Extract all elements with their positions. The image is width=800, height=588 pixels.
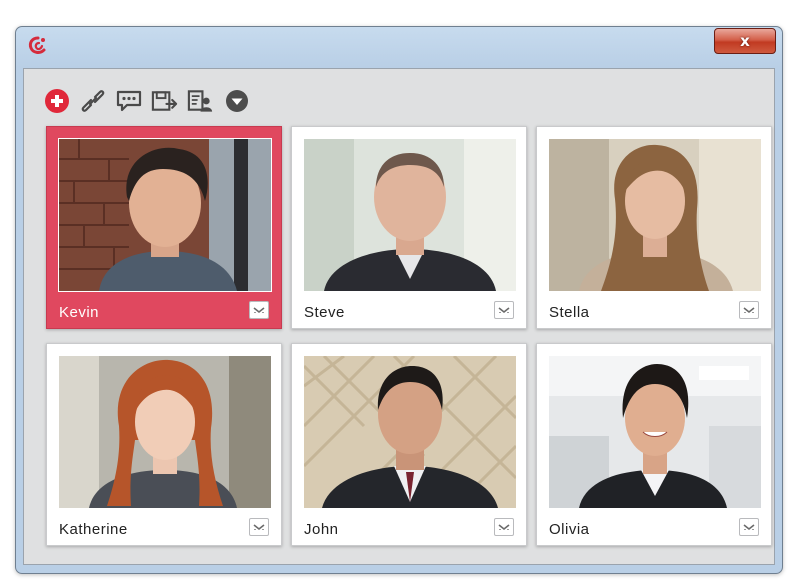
chevron-down-icon [743, 307, 755, 314]
contact-menu-button[interactable] [494, 301, 514, 319]
export-icon [151, 91, 178, 111]
chat-icon [116, 90, 141, 112]
contact-card-button[interactable] [186, 87, 215, 115]
contact-tile-stella[interactable]: Stella [536, 126, 772, 329]
close-icon: x [740, 31, 750, 50]
contact-photo [549, 356, 761, 508]
contact-menu-button[interactable] [494, 518, 514, 536]
contact-photo [549, 139, 761, 291]
chevron-down-icon [498, 307, 510, 314]
contact-tile-kevin[interactable]: Kevin [46, 126, 282, 329]
contact-menu-button[interactable] [739, 518, 759, 536]
close-button[interactable]: x [714, 28, 776, 54]
toolbar [42, 87, 251, 115]
dropdown-icon [225, 90, 248, 112]
contact-photo [304, 139, 516, 291]
contact-name: Steve [304, 304, 345, 321]
export-button[interactable] [150, 87, 179, 115]
contact-menu-button[interactable] [249, 301, 269, 319]
more-options-button[interactable] [222, 87, 251, 115]
contact-name: John [304, 521, 339, 538]
contact-name: Katherine [59, 521, 128, 538]
chevron-down-icon [253, 524, 265, 531]
contact-tile-katherine[interactable]: Katherine [46, 343, 282, 546]
contact-menu-button[interactable] [739, 301, 759, 319]
add-icon [44, 89, 69, 113]
title-bar[interactable]: x [16, 27, 782, 67]
contact-photo [304, 356, 516, 508]
contact-photo [58, 138, 272, 292]
contact-tile-olivia[interactable]: Olivia [536, 343, 772, 546]
contact-name: Stella [549, 304, 590, 321]
contact-card-icon [187, 90, 213, 112]
add-button[interactable] [42, 87, 71, 115]
chevron-down-icon [498, 524, 510, 531]
contact-photo [59, 356, 271, 508]
contact-menu-button[interactable] [249, 518, 269, 536]
contact-tile-john[interactable]: John [291, 343, 527, 546]
contact-name: Olivia [549, 521, 590, 538]
contact-tile-steve[interactable]: Steve [291, 126, 527, 329]
contact-name: Kevin [59, 304, 100, 321]
contacts-window: x Kevin Steve Stella Katherine John Oliv… [15, 26, 783, 574]
link-icon [81, 90, 104, 112]
chat-button[interactable] [114, 87, 143, 115]
app-logo-icon [28, 36, 46, 54]
chevron-down-icon [253, 307, 265, 314]
chevron-down-icon [743, 524, 755, 531]
link-button[interactable] [78, 87, 107, 115]
window-content: Kevin Steve Stella Katherine John Olivia [23, 68, 775, 565]
